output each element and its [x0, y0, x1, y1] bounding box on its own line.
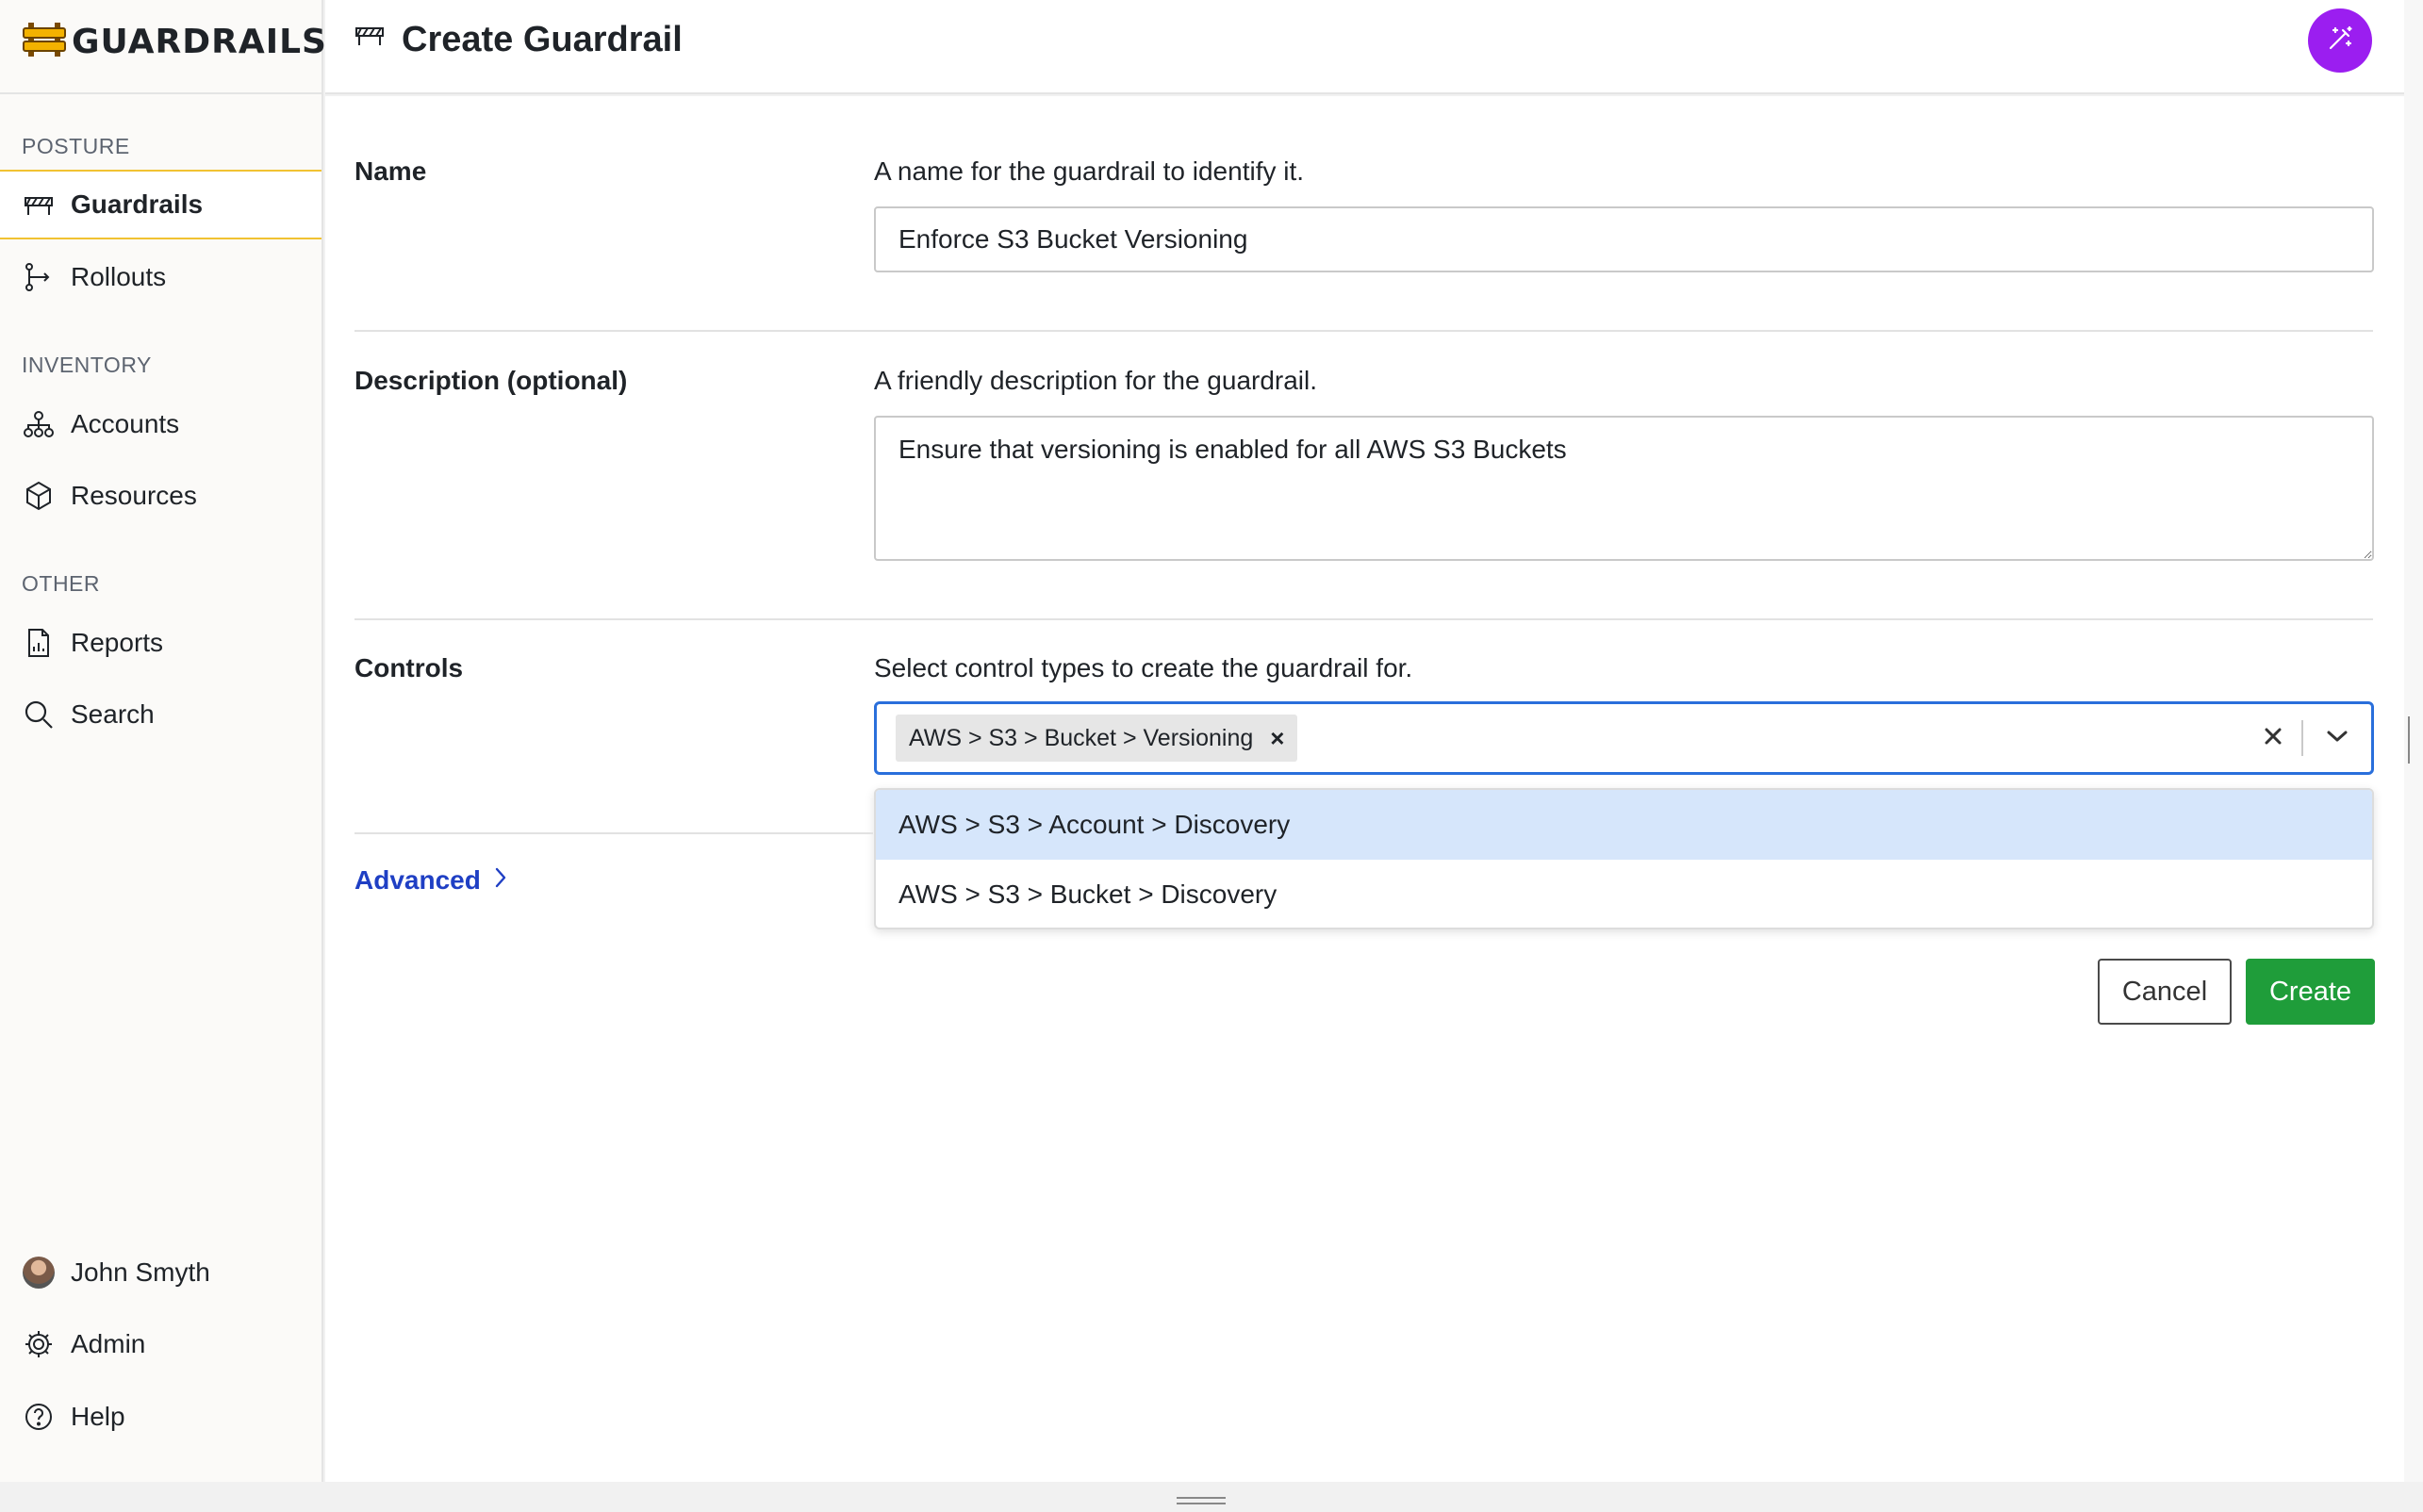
- chevron-down-icon: [2326, 729, 2349, 748]
- scrollbar-thumb[interactable]: [2408, 716, 2414, 764]
- sidebar-item-label: Search: [71, 699, 155, 729]
- gear-icon: [22, 1327, 56, 1361]
- section-label-posture: POSTURE: [22, 134, 130, 158]
- sidebar-item-label: Accounts: [71, 409, 180, 438]
- chip-label: AWS > S3 > Bucket > Versioning: [909, 724, 1254, 751]
- page-header: Create Guardrail: [325, 0, 2404, 94]
- ai-assist-button[interactable]: [2308, 8, 2372, 73]
- dropdown-option[interactable]: AWS > S3 > Bucket > Discovery: [876, 860, 2372, 928]
- sidebar-item-label: John Smyth: [71, 1257, 210, 1287]
- close-icon: [2263, 726, 2283, 751]
- sidebar-item-label: Admin: [71, 1329, 146, 1358]
- dropdown-option[interactable]: AWS > S3 > Account > Discovery: [876, 790, 2372, 860]
- advanced-toggle[interactable]: Advanced: [354, 865, 507, 896]
- create-guardrail-form: Name A name for the guardrail to identif…: [325, 96, 2404, 1482]
- advanced-label: Advanced: [354, 865, 481, 895]
- page-title: Create Guardrail: [353, 19, 683, 60]
- barrier-icon: [22, 188, 56, 222]
- name-label: Name: [354, 156, 427, 186]
- search-icon: [22, 698, 56, 731]
- section-divider: [354, 330, 2373, 332]
- controls-help: Select control types to create the guard…: [874, 653, 1413, 682]
- section-label-inventory: INVENTORY: [22, 353, 152, 377]
- cube-icon: [22, 479, 56, 513]
- sidebar-item-reports[interactable]: Reports: [0, 608, 321, 678]
- magic-wand-icon: [2325, 24, 2355, 58]
- barrier-icon: [353, 19, 387, 60]
- sidebar-item-rollouts[interactable]: Rollouts: [0, 242, 321, 312]
- sidebar-item-resources[interactable]: Resources: [0, 461, 321, 531]
- barrier-logo-icon: [23, 21, 66, 63]
- sidebar-item-guardrails[interactable]: Guardrails: [0, 170, 321, 239]
- controls-select[interactable]: AWS > S3 > Bucket > Versioning ×: [874, 701, 2374, 775]
- section-divider: [354, 832, 873, 834]
- sidebar-divider: [0, 92, 323, 94]
- clear-selection-button[interactable]: [2245, 726, 2301, 751]
- name-help: A name for the guardrail to identify it.: [874, 156, 1305, 186]
- sidebar: GUARDRAILS POSTURE Guardrails Rollouts I…: [0, 0, 326, 1482]
- description-field[interactable]: Ensure that versioning is enabled for al…: [874, 416, 2374, 561]
- sidebar-item-admin[interactable]: Admin: [0, 1309, 321, 1379]
- controls-label: Controls: [354, 653, 464, 682]
- avatar: [22, 1256, 56, 1290]
- sidebar-item-search[interactable]: Search: [0, 680, 321, 749]
- select-toggle-button[interactable]: [2303, 729, 2371, 748]
- cancel-button[interactable]: Cancel: [2098, 959, 2232, 1025]
- description-help: A friendly description for the guardrail…: [874, 366, 1318, 395]
- bottom-panel-bar: [0, 1482, 2423, 1512]
- sidebar-item-user[interactable]: John Smyth: [0, 1238, 321, 1307]
- name-field[interactable]: [874, 206, 2374, 272]
- hierarchy-icon: [22, 407, 56, 441]
- sidebar-item-label: Guardrails: [71, 189, 204, 219]
- brand-logo[interactable]: GUARDRAILS: [23, 19, 327, 64]
- sidebar-item-label: Help: [71, 1402, 125, 1431]
- page-title-text: Create Guardrail: [402, 19, 683, 59]
- sidebar-item-accounts[interactable]: Accounts: [0, 389, 321, 459]
- selected-control-chip: AWS > S3 > Bucket > Versioning ×: [896, 715, 1298, 762]
- chip-remove-icon[interactable]: ×: [1270, 724, 1284, 753]
- brand-name: GUARDRAILS: [72, 22, 327, 61]
- sidebar-item-help[interactable]: Help: [0, 1382, 321, 1452]
- section-divider: [354, 618, 2373, 620]
- help-icon: [22, 1400, 56, 1434]
- create-button[interactable]: Create: [2246, 959, 2375, 1025]
- sidebar-item-label: Resources: [71, 481, 197, 510]
- controls-dropdown-menu: AWS > S3 > Account > Discovery AWS > S3 …: [874, 788, 2374, 929]
- rollout-icon: [22, 260, 56, 294]
- resize-handle[interactable]: [1177, 1497, 1226, 1504]
- description-label: Description (optional): [354, 366, 628, 395]
- sidebar-item-label: Rollouts: [71, 262, 167, 291]
- sidebar-item-label: Reports: [71, 628, 164, 657]
- chevron-right-icon: [494, 865, 507, 896]
- section-label-other: OTHER: [22, 571, 100, 596]
- report-icon: [22, 626, 56, 660]
- scrollbar[interactable]: [2404, 0, 2423, 1482]
